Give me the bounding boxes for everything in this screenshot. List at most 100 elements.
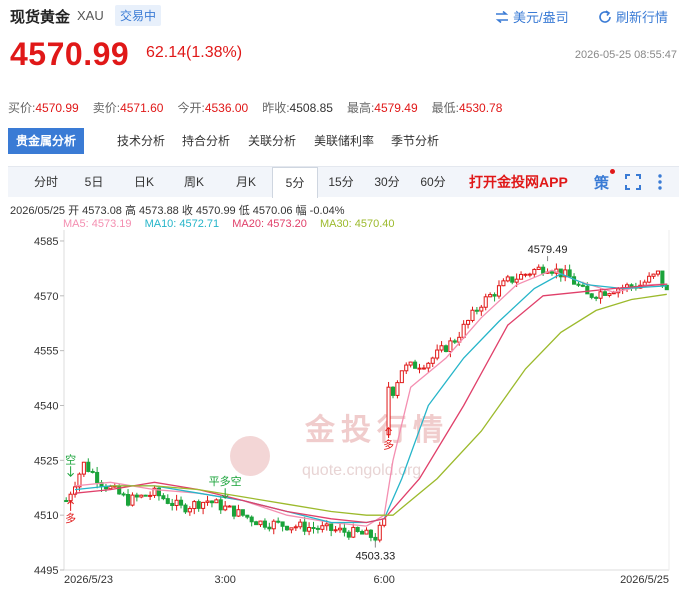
signal-label: 多 [65, 511, 76, 525]
candle-up [527, 273, 532, 276]
candle-down [602, 291, 608, 296]
candle-up [298, 521, 303, 528]
x-tick-label: 3:00 [214, 574, 235, 586]
x-tick-label: 2026/5/25 [620, 574, 669, 586]
x-tick-label: 2026/5/23 [64, 574, 113, 586]
fullscreen-icon[interactable] [625, 174, 641, 190]
signal-arrow-up [67, 500, 74, 511]
y-tick-label: 4540 [34, 400, 58, 412]
candle-down [121, 493, 126, 496]
candle-up [523, 273, 528, 276]
candle-up [483, 296, 488, 308]
tab-period-daily[interactable]: 日K [128, 167, 160, 197]
candle-up [439, 345, 444, 351]
candle-up [399, 370, 404, 384]
candle-down [355, 526, 360, 533]
candle-down [329, 523, 334, 531]
tab-period-15min[interactable]: 15分 [324, 167, 358, 197]
ma30-legend: MA30: 4570.40 [319, 218, 395, 230]
candle-down [510, 276, 515, 283]
candle-down [373, 536, 378, 541]
candle-up [655, 270, 661, 275]
tab-period-5day[interactable]: 5日 [78, 167, 110, 197]
candle-up [470, 309, 475, 321]
signal-label: 空 [65, 452, 76, 466]
candle-down [589, 293, 594, 298]
candle-down [170, 502, 175, 506]
candle-down [549, 271, 555, 274]
ma-lines [74, 269, 667, 527]
candle-up [598, 291, 603, 299]
y-tick-label: 4585 [34, 236, 58, 248]
candle-down [580, 284, 585, 287]
candle-down [276, 520, 281, 523]
candle-up [201, 501, 206, 509]
watermark-title: 金投行情 [304, 413, 449, 447]
annotations: 4579.494503.33平多空空多多 [65, 244, 567, 562]
currency-unit-link[interactable]: 美元/盎司 [495, 7, 569, 26]
candle-up [68, 493, 73, 502]
quote-bid: 买价:4570.99 [8, 101, 79, 115]
tab-position-analysis[interactable]: 持合分析 [182, 128, 230, 154]
candle-down [360, 531, 365, 535]
candle-up [426, 362, 431, 369]
tab-seasonal-analysis[interactable]: 季节分析 [391, 128, 439, 154]
tab-fed-rate[interactable]: 美联储利率 [314, 128, 374, 154]
instrument-code: XAU [77, 8, 104, 23]
notification-dot [610, 169, 615, 174]
candle-up [324, 523, 329, 527]
candle-up [108, 485, 113, 490]
y-tick-label: 4555 [34, 346, 58, 358]
refresh-quote-link[interactable]: 刷新行情 [598, 7, 668, 26]
more-options-icon[interactable] [657, 173, 663, 191]
candle-down [117, 485, 122, 495]
quote-timestamp: 2026-05-25 08:55:47 [574, 49, 677, 61]
tab-technical-analysis[interactable]: 技术分析 [117, 128, 165, 154]
bar-info-line: 2026/05/25 开 4573.08 高 4573.88 收 4570.99… [10, 205, 345, 217]
tab-period-monthly[interactable]: 月K [228, 167, 264, 197]
candle-up [647, 275, 652, 283]
currency-unit-label: 美元/盎司 [513, 10, 569, 25]
candle-up [223, 505, 228, 511]
quote-summary: 买价:4570.99 卖价:4571.60 今开:4536.00 昨收:4508… [0, 99, 687, 116]
tab-correlation-analysis[interactable]: 关联分析 [248, 128, 296, 154]
candle-up [236, 509, 241, 517]
candle-down [209, 500, 214, 504]
candle-down [143, 494, 148, 497]
tab-period-60min[interactable]: 60分 [416, 167, 450, 197]
candle-up [214, 499, 219, 504]
candle-up [320, 525, 325, 530]
candle-down [541, 266, 546, 274]
instrument-name: 现货黄金 [10, 9, 71, 26]
candle-up [448, 340, 453, 353]
candle-down [346, 531, 351, 538]
refresh-quote-label: 刷新行情 [616, 10, 669, 25]
tab-period-5min[interactable]: 5分 [272, 167, 318, 198]
candle-up [382, 518, 387, 526]
high-label: 4579.49 [528, 244, 568, 256]
candle-up [81, 461, 86, 475]
watermark-url: quote.cngold.org [302, 462, 421, 479]
candle-down [342, 527, 347, 533]
candle-down [165, 498, 170, 504]
open-app-link[interactable]: 打开金投网APP [469, 167, 568, 197]
watermark: 金投行情 quote.cngold.org [230, 413, 449, 479]
candlestick-chart[interactable]: 金投行情 quote.cngold.org 4579.49 4503.33 平多空 空… [0, 230, 687, 589]
candle-down [280, 521, 285, 527]
strategy-icon[interactable]: 策 [594, 169, 615, 193]
candle-down [64, 500, 69, 503]
tab-period-30min[interactable]: 30分 [370, 167, 404, 197]
candle-up [461, 323, 466, 338]
tab-precious-metal-analysis[interactable]: 贵金属分析 [8, 128, 85, 154]
last-price: 4570.99 [10, 36, 130, 72]
candle-down [134, 494, 139, 498]
candle-down [183, 504, 188, 513]
candle-up [479, 306, 484, 312]
y-tick-label: 4495 [34, 565, 58, 577]
tab-period-weekly[interactable]: 周K [176, 167, 212, 197]
quote-ask: 卖价:4571.60 [92, 101, 164, 115]
candle-down [125, 493, 131, 506]
candle-down [231, 505, 237, 517]
tab-period-timeshare[interactable]: 分时 [28, 167, 64, 197]
watermark-logo [230, 436, 270, 476]
